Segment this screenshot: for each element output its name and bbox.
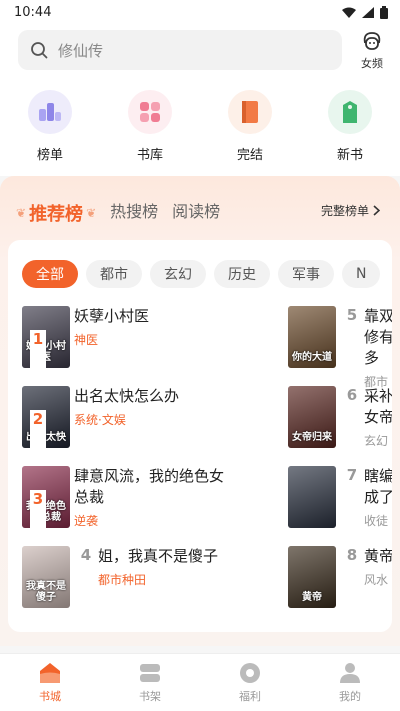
book-item[interactable]: 女帝归来 6 采补女帝 玄幻 <box>288 386 392 449</box>
gender-switch-button[interactable]: 女频 <box>352 30 392 76</box>
status-time: 10:44 <box>14 4 52 20</box>
book-title: 妖孽小村医 <box>74 307 150 325</box>
book-item[interactable]: 妖孽小村医 1 妖孽小村医 神医 <box>22 306 282 482</box>
book-title: 瞎编成了 <box>364 467 392 506</box>
welfare-icon <box>240 662 260 683</box>
new-book-icon <box>328 90 372 134</box>
quick-entry-ranking[interactable]: 榜单 <box>0 90 100 163</box>
book-tag: 神医 <box>74 333 99 347</box>
book-item[interactable]: 我真不是傻子 4 姐，我真不是傻子 都市种田 <box>22 546 282 608</box>
book-tag: 风水 <box>364 573 389 587</box>
book-complete-icon <box>228 90 272 134</box>
book-title: 靠双修有多 <box>364 307 392 367</box>
book-tag: 逆袭 <box>74 514 99 528</box>
nav-label: 书架 <box>139 689 161 703</box>
nav-label: 我的 <box>339 689 361 703</box>
quick-entry-label: 完结 <box>236 148 263 163</box>
chip-history[interactable]: 历史 <box>214 260 270 288</box>
book-title: 采补女帝 <box>364 387 392 426</box>
laurel-right-icon: ❦ <box>86 206 97 220</box>
book-item[interactable]: 出名太快 2 出名太快怎么办 系统·文娱 <box>22 386 282 562</box>
book-title: 出名太快怎么办 <box>74 387 180 405</box>
status-icons <box>342 5 388 19</box>
status-bar: 10:44 <box>0 0 400 24</box>
bottom-nav: 书城 书架 福利 我的 <box>0 653 400 711</box>
book-cover <box>288 466 336 528</box>
nav-bookshelf[interactable]: 书架 <box>100 654 200 711</box>
library-icon <box>128 90 172 134</box>
chip-all[interactable]: 全部 <box>22 260 78 288</box>
book-cover: 我真不是傻子 <box>22 546 70 608</box>
book-cover: 你的大道 <box>288 306 336 368</box>
battery-icon <box>380 5 388 19</box>
nav-profile[interactable]: 我的 <box>300 654 400 711</box>
ranking-icon <box>28 90 72 134</box>
chevron-right-icon <box>373 205 380 216</box>
book-cover: 女帝归来 <box>288 386 336 448</box>
quick-entry-completed[interactable]: 完结 <box>200 90 300 163</box>
laurel-left-icon: ❦ <box>16 206 27 220</box>
search-placeholder: 修仙传 <box>58 41 104 60</box>
bookshelf-icon <box>140 663 160 682</box>
chip-urban[interactable]: 都市 <box>86 260 142 288</box>
book-title: 肆意风流，我的绝色女总裁 <box>74 467 225 506</box>
chip-military[interactable]: 军事 <box>278 260 334 288</box>
nav-bookstore[interactable]: 书城 <box>0 654 100 711</box>
book-title: 黄帝 <box>364 547 392 565</box>
quick-entry-library[interactable]: 书库 <box>100 90 200 163</box>
book-tag: 都市种田 <box>98 573 147 587</box>
quick-entry-label: 书库 <box>136 148 163 163</box>
female-face-icon <box>363 32 381 50</box>
book-title: 姐，我真不是傻子 <box>98 547 219 565</box>
rank-number: 6 <box>346 386 358 404</box>
quick-entry-label: 榜单 <box>36 148 63 163</box>
rank-number: 8 <box>346 546 358 564</box>
category-chips: 全部 都市 玄幻 历史 军事 N <box>22 260 381 288</box>
tab-recommend[interactable]: ❦ 推荐榜 ❦ <box>16 200 96 226</box>
rank-number: 7 <box>346 466 358 484</box>
nav-label: 书城 <box>39 689 61 703</box>
profile-icon <box>340 662 360 683</box>
rank-number: 4 <box>80 546 92 564</box>
quick-entry-label: 新书 <box>336 148 363 163</box>
book-item[interactable]: 我的绝色女总裁 3 肆意风流，我的绝色女总裁 逆袭 <box>22 466 282 632</box>
ranking-card: ❦ 推荐榜 ❦ 热搜榜 阅读榜 完整榜单 全部 都市 玄幻 历史 军事 N 妖孽… <box>0 176 400 646</box>
signal-icon <box>362 6 374 18</box>
quick-entry-new-books[interactable]: 新书 <box>300 90 400 163</box>
full-list-link[interactable]: 完整榜单 <box>321 202 380 219</box>
book-item[interactable]: 黄帝 8 黄帝 风水 <box>288 546 392 608</box>
tab-reading[interactable]: 阅读榜 <box>172 198 220 222</box>
book-item[interactable]: 7 瞎编成了 收徒 <box>288 466 392 529</box>
top-section: 修仙传 女频 榜单 书库 完结 新书 <box>0 24 400 176</box>
book-tag: 收徒 <box>364 514 389 528</box>
quick-entries: 榜单 书库 完结 新书 <box>0 90 400 163</box>
book-tag: 玄幻 <box>364 434 389 448</box>
book-cover: 黄帝 <box>288 546 336 608</box>
chip-more[interactable]: N <box>342 260 381 288</box>
wifi-icon <box>342 7 356 18</box>
nav-welfare[interactable]: 福利 <box>200 654 300 711</box>
search-bar[interactable]: 修仙传 <box>18 30 342 70</box>
book-tag: 系统·文娱 <box>74 413 126 427</box>
nav-label: 福利 <box>239 689 261 703</box>
search-icon <box>31 42 48 59</box>
ranking-list: 全部 都市 玄幻 历史 军事 N 妖孽小村医 1 妖孽小村医 神医 出名太快 2… <box>8 240 392 632</box>
rank-number: 5 <box>346 306 358 324</box>
bookstore-icon <box>40 662 60 683</box>
gender-label: 女频 <box>361 57 383 70</box>
tab-hot-search[interactable]: 热搜榜 <box>110 198 158 222</box>
book-item[interactable]: 你的大道 5 靠双修有多 都市 <box>288 306 392 390</box>
chip-fantasy[interactable]: 玄幻 <box>150 260 206 288</box>
tab-label: 推荐榜 <box>29 204 84 225</box>
full-list-label: 完整榜单 <box>320 204 369 218</box>
